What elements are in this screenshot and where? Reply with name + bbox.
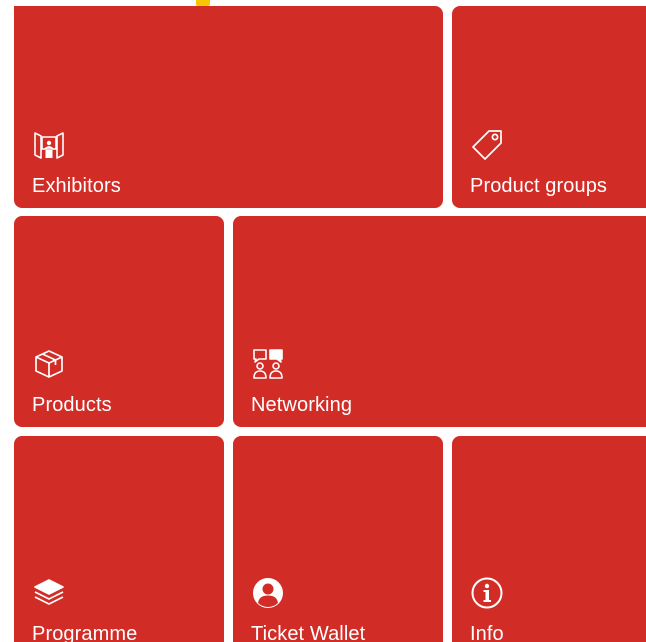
- networking-chat-icon: [251, 347, 285, 381]
- user-circle-icon: [251, 576, 285, 610]
- tile-exhibitors[interactable]: Exhibitors: [14, 6, 443, 208]
- tile-label: Product groups: [470, 175, 608, 197]
- tile-info[interactable]: Info: [452, 436, 646, 642]
- tile-networking[interactable]: Networking: [233, 216, 646, 427]
- info-icon: [470, 576, 504, 610]
- tag-icon: [470, 128, 504, 162]
- tile-products[interactable]: Products: [14, 216, 224, 427]
- tile-ticket-wallet[interactable]: Ticket Wallet: [233, 436, 443, 642]
- tile-label: Exhibitors: [32, 175, 121, 197]
- tile-label: Info: [470, 623, 504, 642]
- layers-icon: [32, 576, 66, 610]
- exhibitor-booth-icon: [32, 128, 66, 162]
- tile-label: Products: [32, 394, 112, 416]
- tile-label: Ticket Wallet: [251, 623, 366, 642]
- box-icon: [32, 347, 66, 381]
- tile-label: Programme: [32, 623, 138, 642]
- home-menu-grid: Exhibitors Product groups Products Netwo…: [0, 0, 646, 642]
- tile-programme[interactable]: Programme: [14, 436, 224, 642]
- tile-label: Networking: [251, 394, 353, 416]
- tile-product-groups[interactable]: Product groups: [452, 6, 646, 208]
